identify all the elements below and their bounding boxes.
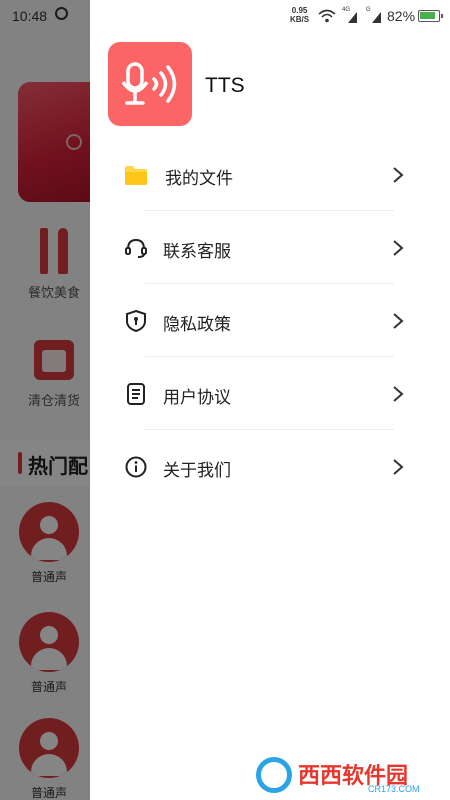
menu-item-label: 联系客服 bbox=[163, 242, 231, 262]
status-bar: 0.95 KB/S 4G G 82% bbox=[90, 0, 450, 32]
navigation-drawer: 0.95 KB/S 4G G 82% TTS 我的文件 联系客服 隐私政策 用户… bbox=[90, 0, 450, 800]
menu-item-my-files[interactable]: 我的文件 bbox=[90, 138, 450, 211]
menu-item-label: 关于我们 bbox=[163, 461, 231, 481]
battery-icon bbox=[418, 10, 443, 22]
watermark: 西西软件园 CR173.COM bbox=[248, 752, 450, 800]
app-logo bbox=[108, 42, 192, 126]
menu-item-user-agreement[interactable]: 用户协议 bbox=[90, 357, 450, 430]
net-speed-unit: KB/S bbox=[290, 15, 310, 24]
chevron-right-icon bbox=[393, 240, 404, 256]
chevron-right-icon bbox=[393, 459, 404, 475]
signal-icon: G bbox=[366, 7, 382, 23]
headset-icon bbox=[125, 238, 147, 258]
battery-percent: 82% bbox=[387, 8, 416, 24]
signal-tag: G bbox=[366, 7, 371, 13]
app-name: TTS bbox=[205, 74, 245, 97]
menu-item-customer-service[interactable]: 联系客服 bbox=[90, 211, 450, 284]
menu-item-privacy-policy[interactable]: 隐私政策 bbox=[90, 284, 450, 357]
shield-icon bbox=[126, 310, 146, 332]
chevron-right-icon bbox=[393, 386, 404, 402]
menu-item-label: 我的文件 bbox=[165, 169, 233, 189]
microphone-icon bbox=[121, 62, 177, 105]
wifi-icon bbox=[318, 9, 336, 23]
watermark-url: CR173.COM bbox=[368, 784, 420, 794]
network-speed: 0.95 KB/S bbox=[290, 6, 309, 24]
net-speed-value: 0.95 bbox=[291, 6, 308, 15]
signal-icon: 4G bbox=[342, 7, 358, 23]
drawer-menu: 我的文件 联系客服 隐私政策 用户协议 关于我们 bbox=[90, 138, 450, 503]
menu-item-label: 用户协议 bbox=[163, 388, 231, 408]
folder-icon bbox=[125, 166, 147, 185]
menu-item-label: 隐私政策 bbox=[163, 315, 231, 335]
signal-tag: 4G bbox=[342, 7, 351, 13]
watermark-logo bbox=[256, 757, 292, 793]
document-icon bbox=[127, 383, 145, 405]
chevron-right-icon bbox=[393, 313, 404, 329]
info-icon bbox=[125, 456, 147, 478]
menu-item-about-us[interactable]: 关于我们 bbox=[90, 430, 450, 503]
chevron-right-icon bbox=[393, 167, 404, 183]
